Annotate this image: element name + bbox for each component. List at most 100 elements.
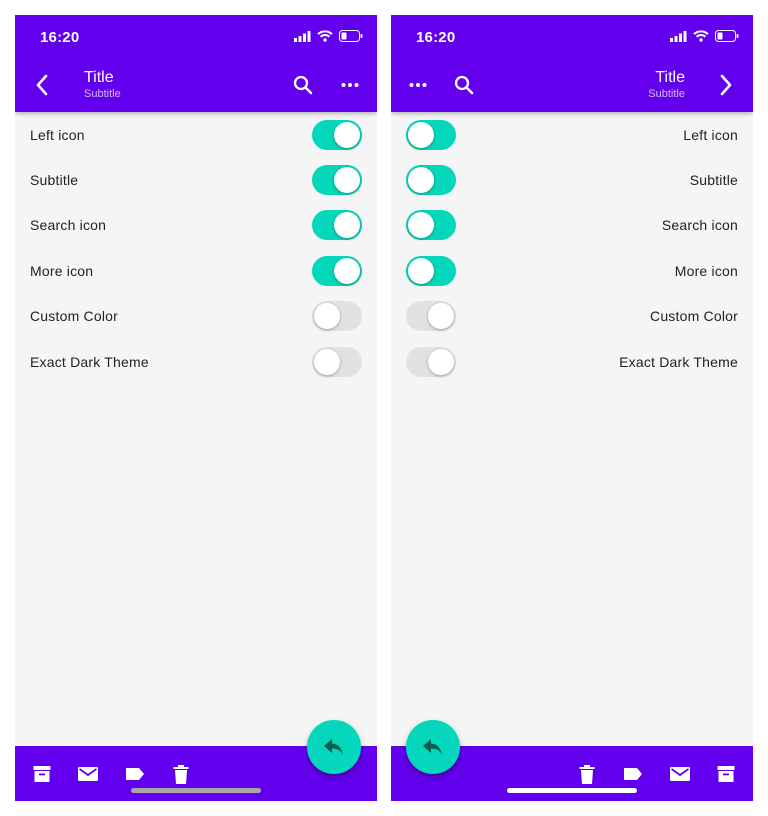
toggle-left-icon[interactable] (406, 119, 456, 150)
reply-icon (423, 739, 442, 755)
delete-button[interactable] (170, 763, 192, 785)
more-horizontal-icon (409, 83, 427, 87)
archive-icon (33, 766, 51, 782)
settings-row-search-icon: Search icon (15, 203, 377, 248)
mail-button[interactable] (77, 763, 99, 785)
more-button[interactable] (337, 72, 363, 98)
label-icon (624, 768, 642, 780)
settings-row-exact-dark-theme: Exact Dark Theme (391, 339, 753, 384)
top-app-bar: 16:20 Title Subtitle (391, 15, 753, 112)
archive-button[interactable] (31, 763, 53, 785)
reply-fab[interactable] (307, 720, 361, 774)
settings-label: Search icon (661, 217, 738, 234)
toggle-left-icon[interactable] (312, 119, 362, 150)
wifi-icon (693, 30, 709, 42)
delete-button[interactable] (576, 763, 598, 785)
toggle-custom-color[interactable] (312, 301, 362, 332)
settings-label: Subtitle (30, 172, 79, 189)
settings-row-search-icon: Search icon (391, 203, 753, 248)
label-button[interactable] (622, 763, 644, 785)
reply-fab[interactable] (406, 720, 460, 774)
toggle-knob (314, 348, 340, 375)
page-title: Title (655, 69, 685, 86)
delete-icon (173, 764, 189, 784)
settings-row-exact-dark-theme: Exact Dark Theme (15, 339, 377, 384)
toggle-exact-dark-theme[interactable] (312, 346, 362, 377)
settings-row-subtitle: Subtitle (15, 157, 377, 202)
battery-icon (339, 30, 363, 42)
search-icon (454, 75, 474, 95)
settings-label: Exact Dark Theme (30, 353, 149, 370)
back-button[interactable] (29, 72, 55, 98)
battery-icon (715, 30, 739, 42)
label-icon (126, 768, 144, 780)
toggle-search-icon[interactable] (406, 210, 456, 241)
chevron-left-icon (36, 74, 48, 96)
settings-label: Subtitle (689, 172, 738, 189)
delete-icon (579, 764, 595, 784)
settings-label: Search icon (30, 217, 107, 234)
mail-icon (670, 767, 690, 781)
settings-list: Left icon Subtitle Search icon More icon… (391, 112, 753, 384)
archive-icon (717, 766, 735, 782)
signal-icon (670, 30, 687, 42)
reply-icon (324, 739, 343, 755)
page-subtitle: Subtitle (648, 88, 685, 100)
settings-row-subtitle: Subtitle (391, 157, 753, 202)
toggle-subtitle[interactable] (406, 165, 456, 196)
top-app-bar: 16:20 Title Subtitle (15, 15, 377, 112)
signal-icon (294, 30, 311, 42)
toggle-knob (408, 121, 434, 148)
toggle-exact-dark-theme[interactable] (406, 346, 456, 377)
toggle-knob (334, 167, 360, 194)
toggle-subtitle[interactable] (312, 165, 362, 196)
mail-icon (78, 767, 98, 781)
status-time: 16:20 (40, 29, 80, 46)
settings-label: Custom Color (650, 308, 738, 325)
label-button[interactable] (124, 763, 146, 785)
archive-button[interactable] (715, 763, 737, 785)
more-button[interactable] (405, 72, 431, 98)
search-icon (293, 75, 313, 95)
toggle-knob (334, 257, 360, 284)
toggle-search-icon[interactable] (312, 210, 362, 241)
settings-list: Left icon Subtitle Search icon More icon… (15, 112, 377, 384)
phone-screen-rtl: 16:20 Title Subtitle Left icon Subtitle (391, 15, 753, 801)
toggle-knob (334, 212, 360, 239)
settings-label: Custom Color (30, 308, 118, 325)
settings-row-left-icon: Left icon (391, 112, 753, 157)
status-time: 16:20 (416, 29, 456, 46)
home-indicator[interactable] (507, 788, 637, 793)
status-icons (294, 30, 363, 42)
settings-row-left-icon: Left icon (15, 112, 377, 157)
back-button[interactable] (713, 72, 739, 98)
settings-label: Left icon (30, 126, 85, 143)
toggle-knob (314, 303, 340, 330)
more-horizontal-icon (341, 83, 359, 87)
search-button[interactable] (290, 72, 316, 98)
toggle-knob (334, 121, 360, 148)
toggle-knob (428, 303, 454, 330)
toggle-custom-color[interactable] (406, 301, 456, 332)
settings-label: More icon (674, 262, 738, 279)
toggle-more-icon[interactable] (312, 255, 362, 286)
settings-row-more-icon: More icon (15, 248, 377, 293)
mail-button[interactable] (669, 763, 691, 785)
page-title: Title (84, 69, 114, 86)
phone-screen-ltr: 16:20 Title Subtitle Left icon Subtitle … (15, 15, 377, 801)
settings-label: Exact Dark Theme (619, 353, 738, 370)
toggle-knob (408, 257, 434, 284)
status-icons (670, 30, 739, 42)
toggle-knob (428, 348, 454, 375)
wifi-icon (317, 30, 333, 42)
search-button[interactable] (451, 72, 477, 98)
toggle-more-icon[interactable] (406, 255, 456, 286)
toggle-knob (408, 212, 434, 239)
home-indicator[interactable] (131, 788, 261, 793)
settings-row-custom-color: Custom Color (391, 294, 753, 339)
chevron-right-icon (720, 74, 732, 96)
settings-label: Left icon (683, 126, 738, 143)
page-subtitle: Subtitle (84, 88, 121, 100)
settings-row-more-icon: More icon (391, 248, 753, 293)
toggle-knob (408, 167, 434, 194)
